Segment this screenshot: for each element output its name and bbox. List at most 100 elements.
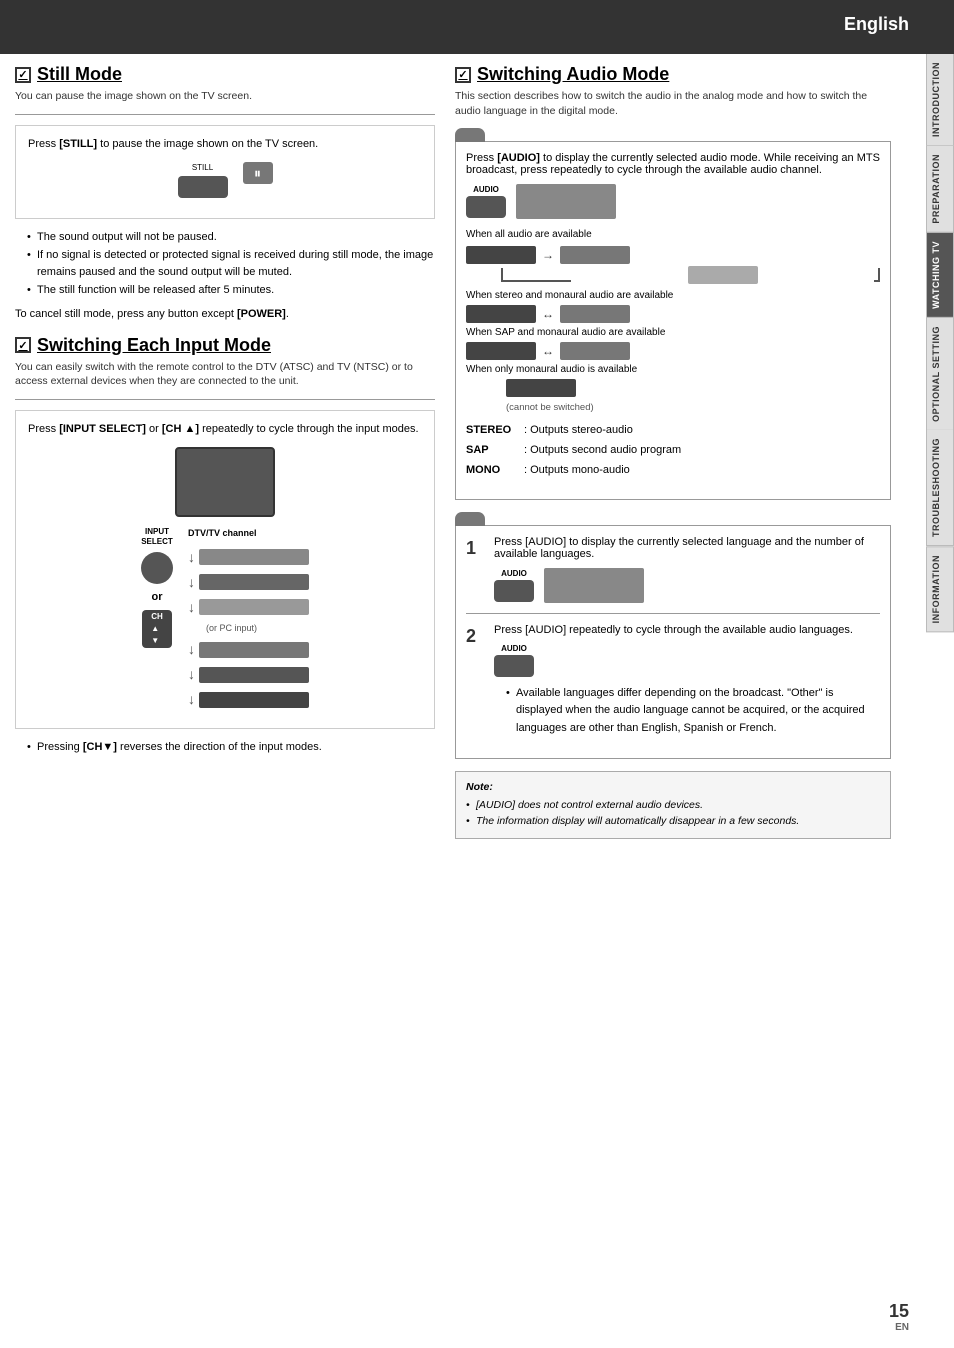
stereo-label: STEREO (466, 421, 516, 441)
arrow-right-1: → (542, 248, 554, 262)
still-bullet-1: The sound output will not be paused. (27, 229, 435, 247)
digital-section-indicator (455, 512, 485, 526)
step-2-bullets: Available languages differ depending on … (506, 685, 880, 738)
analog-indicator-row (455, 128, 891, 142)
tab-preparation[interactable]: PREPARATION (926, 146, 954, 233)
channel-bar-2 (199, 574, 309, 590)
step1-audio-button (494, 580, 534, 602)
input-mode-bullets: Pressing [CH▼] reverses the direction of… (27, 739, 435, 757)
tab-optional-setting[interactable]: OPTIONAL SETTING (926, 318, 954, 431)
still-mode-desc: You can pause the image shown on the TV … (15, 89, 435, 104)
tv-screen-big (175, 447, 275, 517)
tab-troubleshooting[interactable]: TROUBLESHOOTING (926, 430, 954, 546)
step1-tv-display (544, 568, 644, 603)
side-navigation: INTRODUCTION PREPARATION WATCHING TV OPT… (926, 54, 954, 633)
still-mode-illustration: STILL ⏸ (28, 162, 422, 198)
when-sap-mono-label: When SAP and monaural audio are availabl… (466, 327, 880, 338)
step-2-row: 2 Press [AUDIO] repeatedly to cycle thro… (466, 624, 880, 738)
step-2-content: Press [AUDIO] repeatedly to cycle throug… (494, 624, 880, 738)
channel-entry-4: ↓ (188, 639, 309, 660)
step1-audio-button-container: AUDIO (494, 569, 534, 602)
dtv-label: DTV/TV channel (188, 527, 257, 541)
input-select-button (141, 552, 173, 584)
audio-mode-section: ✓ Switching Audio Mode This section desc… (455, 64, 891, 839)
digital-indicator-row (455, 512, 891, 526)
all-audio-row2 (466, 266, 880, 284)
mono-desc: : Outputs mono-audio (524, 461, 630, 481)
channel-bar-1 (199, 549, 309, 565)
input-mode-desc: You can easily switch with the remote co… (15, 360, 435, 389)
channel-entry-3: ↓ (188, 597, 309, 618)
page-number: 15 (889, 1301, 909, 1322)
input-mode-bullet-1: Pressing [CH▼] reverses the direction of… (27, 739, 435, 757)
mono-only-pill (506, 379, 576, 397)
all-audio-row1: → (466, 246, 880, 264)
tab-introduction[interactable]: INTRODUCTION (926, 54, 954, 146)
header: English (0, 0, 954, 54)
still-mode-checkbox-icon: ✓ (15, 67, 31, 83)
tab-watching-tv[interactable]: WATCHING TV (926, 233, 954, 318)
or-pc-label: (or PC input) (206, 622, 257, 636)
step-1-content: Press [AUDIO] to display the currently s… (494, 536, 880, 603)
still-bullet-2: If no signal is detected or protected si… (27, 247, 435, 282)
input-select-label: INPUTSELECT (141, 527, 173, 546)
return-arrow-right (874, 268, 880, 282)
step2-audio-label: AUDIO (494, 644, 534, 653)
analog-section: Press [AUDIO] to display the currently s… (455, 141, 891, 499)
sap-row: SAP : Outputs second audio program (466, 441, 880, 461)
sap-desc: : Outputs second audio program (524, 441, 681, 461)
note-item-1: [AUDIO] does not control external audio … (466, 798, 880, 814)
still-mode-section: ✓ Still Mode You can pause the image sho… (15, 64, 435, 320)
mono-only-row (506, 379, 880, 400)
when-stereo-mono-label: When stereo and monaural audio are avail… (466, 290, 880, 301)
channel-entry-5: ↓ (188, 664, 309, 685)
audio-mode-desc: This section describes how to switch the… (455, 89, 891, 118)
sap-mono-row: ↔ (466, 342, 880, 360)
stereo-pill (466, 246, 536, 264)
digital-section: 1 Press [AUDIO] to display the currently… (455, 525, 891, 759)
analog-instruction: Press [AUDIO] to display the currently s… (466, 152, 880, 176)
right-column: ✓ Switching Audio Mode This section desc… (455, 64, 891, 839)
sap-pill (560, 246, 630, 264)
analog-section-indicator (455, 128, 485, 142)
note-list: [AUDIO] does not control external audio … (466, 798, 880, 830)
arrow-lr-2: ↔ (542, 344, 554, 358)
mono-label: MONO (466, 461, 516, 481)
audio-tv-display (516, 184, 616, 219)
input-mode-checkbox-icon: ✓ (15, 337, 31, 353)
still-label: STILL (178, 162, 228, 174)
tab-information[interactable]: INFORMATION (926, 546, 954, 632)
still-mode-content: Press [STILL] to pause the image shown o… (15, 125, 435, 220)
left-column: ✓ Still Mode You can pause the image sho… (15, 64, 435, 839)
when-only-mono-label: When only monaural audio is available (466, 364, 880, 375)
channel-bar-3 (199, 599, 309, 615)
sap-pill-2 (466, 342, 536, 360)
still-mode-title: ✓ Still Mode (15, 64, 435, 85)
arrow-lr-1: ↔ (542, 307, 554, 321)
step-2-number: 2 (466, 626, 486, 738)
step-2-bullet: Available languages differ depending on … (506, 685, 880, 738)
audio-label: AUDIO (466, 185, 506, 194)
mono-pill (688, 266, 758, 284)
channel-entry-1: ↓ (188, 547, 309, 568)
note-item-2: The information display will automatical… (466, 814, 880, 830)
step-1-instruction: Press [AUDIO] to display the currently s… (494, 536, 880, 560)
still-bullet-3: The still function will be released afte… (27, 282, 435, 300)
step-2-illustration: AUDIO (494, 644, 880, 677)
all-audio-cycle: → (466, 246, 880, 284)
cannot-switch-text: (cannot be switched) (506, 402, 880, 413)
note-title: Note: (466, 780, 880, 796)
still-remote-button (178, 176, 228, 198)
input-mode-title: ✓ Switching Each Input Mode (15, 335, 435, 356)
channel-entry-2: ↓ (188, 572, 309, 593)
audio-remote-button (466, 196, 506, 218)
remote-controls: INPUTSELECT or CH▲▼ (141, 527, 173, 648)
stereo-mono-row: ↔ (466, 305, 880, 323)
audio-labels: STEREO : Outputs stereo-audio SAP : Outp… (466, 421, 880, 480)
audio-mode-checkbox-icon: ✓ (455, 67, 471, 83)
when-all-label: When all audio are available (466, 229, 880, 240)
channel-bar-4 (199, 642, 309, 658)
channel-bar-5 (199, 667, 309, 683)
still-button-container: STILL (178, 162, 228, 198)
step2-audio-button-container: AUDIO (494, 644, 534, 677)
